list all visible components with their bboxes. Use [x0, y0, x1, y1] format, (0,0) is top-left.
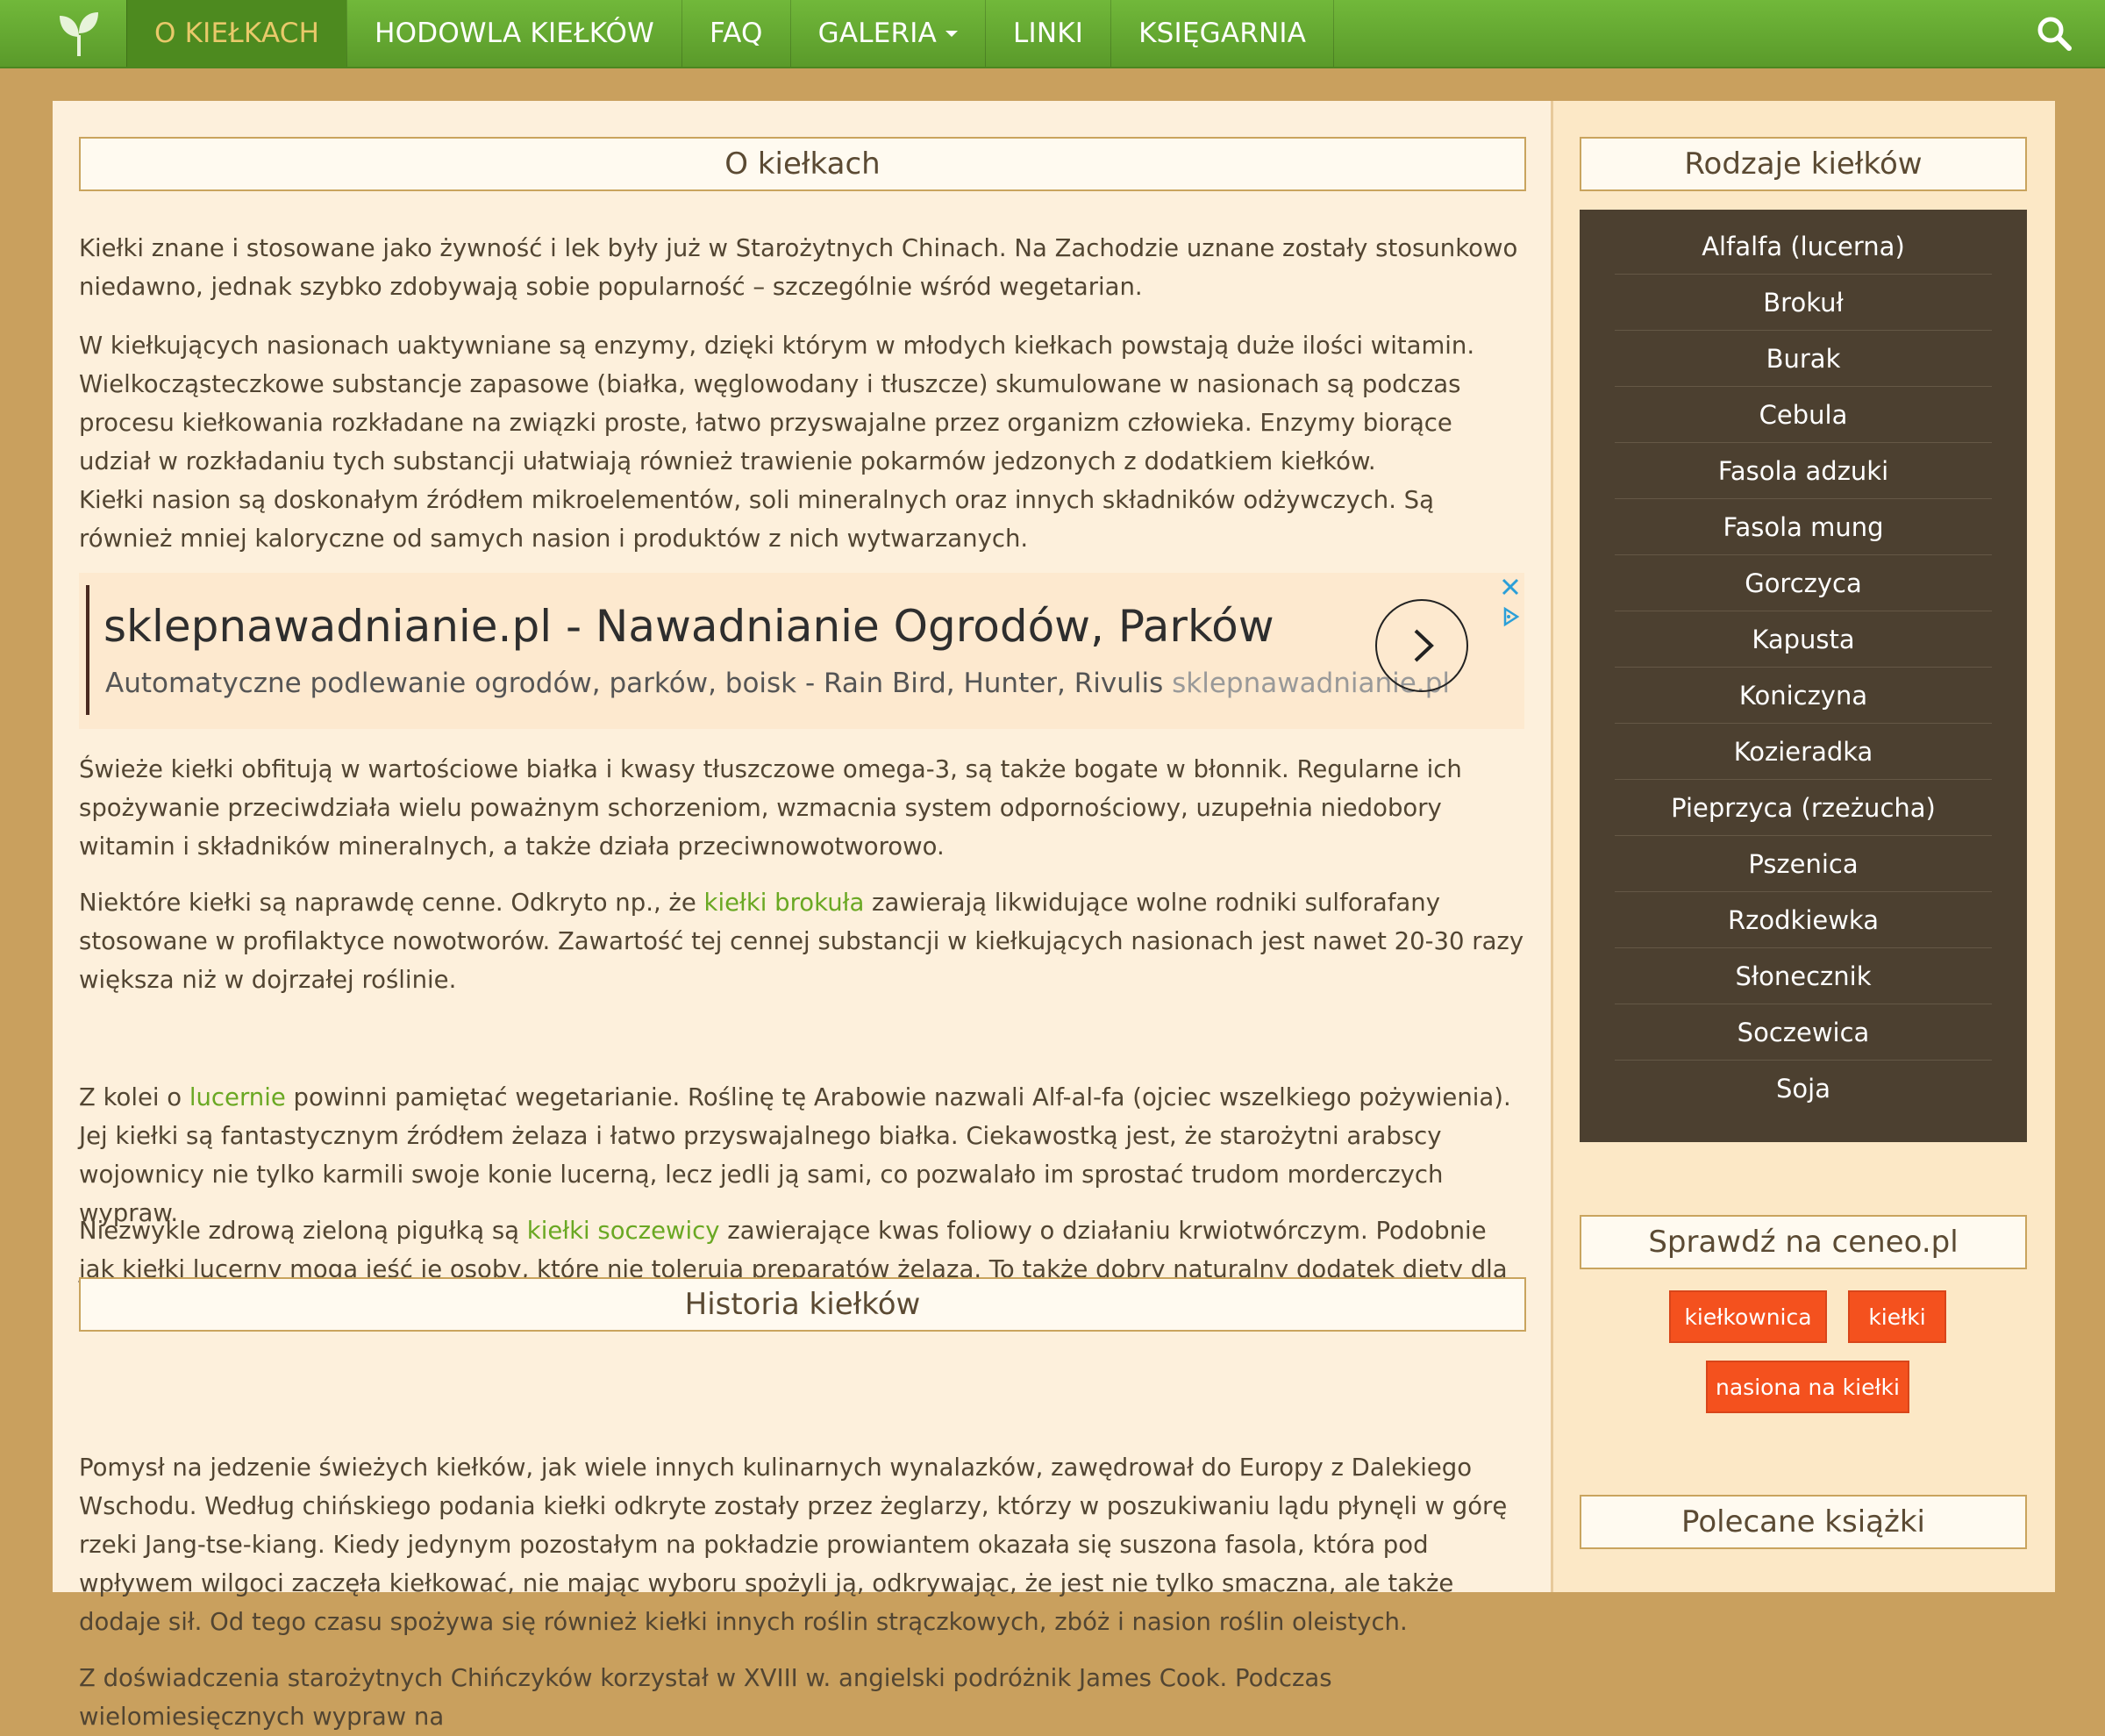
sidebar-title-rodzaje: Rodzaje kiełków: [1580, 137, 2027, 191]
sidebar-title-ksiazki: Polecane książki: [1580, 1495, 2027, 1549]
sprout-list-item[interactable]: Fasola adzuki: [1615, 443, 1992, 499]
nav-galeria[interactable]: GALERIA: [789, 0, 985, 67]
nav-label: GALERIA: [817, 18, 938, 49]
search-icon[interactable]: [2035, 14, 2073, 53]
ad-choices-icon[interactable]: [1498, 604, 1523, 629]
paragraph-brokul: Niektóre kiełki są naprawdę cenne. Odkry…: [79, 883, 1526, 999]
sprout-types-list: Alfalfa (lucerna) Brokuł Burak Cebula Fasola…: [1580, 210, 2027, 1142]
section-title-text: O kiełkach: [724, 146, 881, 182]
paragraph-text: Kiełki nasion są doskonałym źródłem mikr…: [79, 486, 1434, 553]
sprout-list-item[interactable]: Pieprzyca (rzeżucha): [1615, 780, 1992, 836]
sidebar: Rodzaje kiełków Alfalfa (lucerna) Brokuł B…: [1551, 101, 2055, 1592]
paragraph-omega: Świeże kiełki obfitują w wartościowe bia…: [79, 755, 1462, 861]
ad-close-icon[interactable]: [1498, 575, 1523, 599]
ad-accent-bar: [86, 585, 89, 715]
nav-label: FAQ: [709, 18, 763, 49]
sprout-list-item[interactable]: Soczewica: [1615, 1004, 1992, 1061]
sidebar-title-text: Sprawdź na ceneo.pl: [1648, 1225, 1959, 1260]
paragraph-text: Z kolei o: [79, 1083, 189, 1111]
paragraph-lucerna: Z kolei o lucernie powinni pamiętać wege…: [79, 1078, 1526, 1232]
nav-ksiegarnia[interactable]: KSIĘGARNIA: [1110, 0, 1335, 67]
ad-desc-text: Automatyczne podlewanie ogrodów, parków,…: [105, 668, 1164, 699]
nav-linki[interactable]: LINKI: [985, 0, 1110, 67]
paragraph-intro: Kiełki znane i stosowane jako żywność i …: [79, 234, 1518, 301]
tag-label: kiełki: [1868, 1304, 1926, 1330]
sidebar-title-ceneo: Sprawdź na ceneo.pl: [1580, 1215, 2027, 1269]
sprout-list-item[interactable]: Kozieradka: [1615, 724, 1992, 780]
sprout-list-item[interactable]: Alfalfa (lucerna): [1615, 218, 1992, 275]
tag-kielkownica[interactable]: kiełkownica: [1669, 1290, 1827, 1343]
tag-nasiona-na-kielki[interactable]: nasiona na kiełki: [1706, 1361, 1909, 1413]
tag-label: nasiona na kiełki: [1716, 1374, 1900, 1400]
paragraph-text: W kiełkujących nasionach uaktywniane są …: [79, 332, 1475, 475]
nav-label: LINKI: [1013, 18, 1084, 49]
sprout-list-item[interactable]: Kapusta: [1615, 611, 1992, 668]
chevron-right-icon: [1414, 629, 1434, 662]
sprout-list-item[interactable]: Pszenica: [1615, 836, 1992, 892]
ad-banner[interactable]: sklepnawadnianie.pl - Nawadnianie Ogrodó…: [79, 573, 1524, 729]
paragraph-text: Niektóre kiełki są naprawdę cenne. Odkry…: [79, 889, 704, 917]
nav-hodowla[interactable]: HODOWLA KIEŁKÓW: [346, 0, 681, 67]
sprout-list-item[interactable]: Brokuł: [1615, 275, 1992, 331]
sprout-list-item[interactable]: Koniczyna: [1615, 668, 1992, 724]
caret-down-icon: [945, 30, 959, 37]
link-kielki-brokula[interactable]: kiełki brokuła: [704, 889, 865, 917]
link-kielki-soczewicy[interactable]: kiełki soczewicy: [527, 1217, 720, 1245]
sprout-list-item[interactable]: Fasola mung: [1615, 499, 1992, 555]
section-title-o-kielkach: O kiełkach: [79, 137, 1526, 191]
tag-label: kiełkownica: [1684, 1304, 1812, 1330]
ad-description: Automatyczne podlewanie ogrodów, parków,…: [105, 668, 1450, 699]
nav-label: O KIEŁKACH: [154, 18, 320, 49]
paragraph-historia: Pomysł na jedzenie świeżych kiełków, jak…: [79, 1454, 1508, 1636]
paragraph-enzymes: W kiełkujących nasionach uaktywniane są …: [79, 326, 1526, 558]
nav-label: HODOWLA KIEŁKÓW: [375, 18, 654, 49]
main-content: O kiełkach Kiełki znane i stosowane jako…: [53, 101, 1551, 1731]
ad-arrow-button[interactable]: [1375, 599, 1468, 692]
sidebar-title-text: Rodzaje kiełków: [1684, 146, 1923, 182]
section-title-historia: Historia kiełków: [79, 1277, 1526, 1332]
top-navbar: O KIEŁKACH HODOWLA KIEŁKÓW FAQ GALERIA L…: [0, 0, 2105, 68]
sprout-list-item[interactable]: Soja: [1615, 1061, 1992, 1116]
sprout-logo-icon[interactable]: [32, 0, 126, 67]
sprout-list-item[interactable]: Gorczyca: [1615, 555, 1992, 611]
nav-label: KSIĘGARNIA: [1138, 18, 1307, 49]
sprout-list-item[interactable]: Rzodkiewka: [1615, 892, 1992, 948]
page-container: O kiełkach Kiełki znane i stosowane jako…: [53, 101, 2055, 1731]
paragraph-text: Niezwykle zdrową zieloną pigułką są: [79, 1217, 527, 1245]
section-title-text: Historia kiełków: [684, 1287, 921, 1322]
tag-kielki[interactable]: kiełki: [1848, 1290, 1946, 1343]
ad-title[interactable]: sklepnawadnianie.pl - Nawadnianie Ogrodó…: [103, 601, 1274, 652]
sprout-list-item[interactable]: Cebula: [1615, 387, 1992, 443]
nav-o-kielkach[interactable]: O KIEŁKACH: [126, 0, 347, 67]
paragraph-text: powinni pamiętać wegetarianie. Roślinę t…: [79, 1083, 1511, 1227]
sprout-list-item[interactable]: Słonecznik: [1615, 948, 1992, 1004]
link-lucernie[interactable]: lucernie: [189, 1083, 286, 1111]
nav-faq[interactable]: FAQ: [681, 0, 790, 67]
paragraph-cook: Z doświadczenia starożytnych Chińczyków …: [79, 1664, 1332, 1731]
sidebar-title-text: Polecane książki: [1681, 1504, 1925, 1540]
sprout-list-item[interactable]: Burak: [1615, 331, 1992, 387]
